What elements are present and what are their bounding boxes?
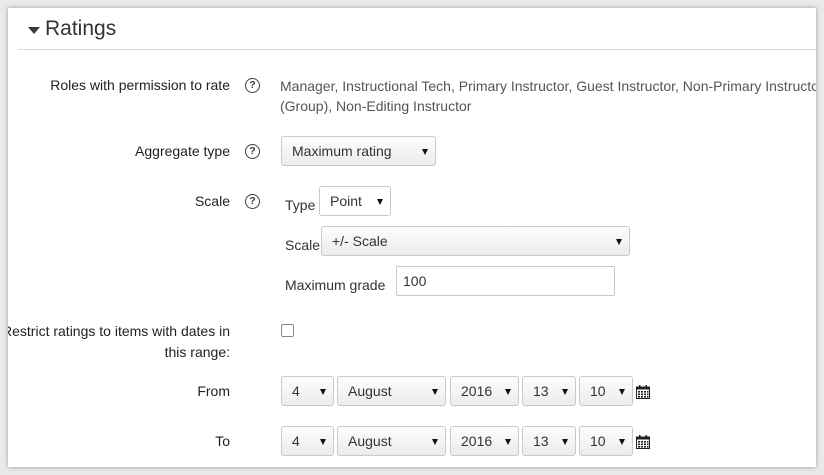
- to-day-select[interactable]: 4: [281, 426, 334, 456]
- chevron-down-icon[interactable]: [28, 27, 40, 34]
- dropdown-arrow-icon: [505, 389, 511, 395]
- from-day-select[interactable]: 4: [281, 376, 334, 406]
- section-title: Ratings: [45, 17, 117, 40]
- dropdown-arrow-icon: [422, 149, 428, 155]
- dropdown-arrow-icon: [432, 389, 438, 395]
- roles-value-line1: Manager, Instructional Tech, Primary Ins…: [280, 78, 816, 94]
- ratings-panel: Ratings Roles with permission to rate ? …: [8, 8, 816, 467]
- from-month-select[interactable]: August: [337, 376, 446, 406]
- scale-type-select[interactable]: Point: [319, 186, 391, 216]
- aggregate-type-label: Aggregate type: [135, 143, 230, 159]
- roles-value: Manager, Instructional Tech, Primary Ins…: [280, 76, 816, 116]
- restrict-ratings-checkbox[interactable]: [281, 324, 294, 337]
- to-minute-value: 10: [590, 433, 606, 449]
- from-minute-select[interactable]: 10: [579, 376, 633, 406]
- to-month-select[interactable]: August: [337, 426, 446, 456]
- restrict-ratings-label-line2: this range:: [164, 344, 230, 360]
- dropdown-arrow-icon: [505, 439, 511, 445]
- scale-scale-label: Scale: [285, 237, 321, 253]
- scale-select[interactable]: +/- Scale: [321, 226, 630, 256]
- help-icon[interactable]: ?: [245, 194, 260, 209]
- scale-type-value: Point: [330, 193, 362, 209]
- maximum-grade-input[interactable]: [396, 266, 615, 296]
- to-hour-value: 13: [533, 433, 549, 449]
- dropdown-arrow-icon: [562, 439, 568, 445]
- to-year-select[interactable]: 2016: [450, 426, 519, 456]
- from-year-select[interactable]: 2016: [450, 376, 519, 406]
- dropdown-arrow-icon: [320, 439, 326, 445]
- dropdown-arrow-icon: [320, 389, 326, 395]
- to-day-value: 4: [292, 433, 300, 449]
- from-label: From: [197, 383, 230, 399]
- from-month-value: August: [348, 383, 392, 399]
- help-icon[interactable]: ?: [245, 78, 260, 93]
- restrict-ratings-label-line1: Restrict ratings to items with dates in: [8, 323, 230, 339]
- dropdown-arrow-icon: [616, 239, 622, 245]
- calendar-icon[interactable]: [636, 435, 650, 449]
- dropdown-arrow-icon: [377, 199, 383, 205]
- to-label: To: [215, 433, 230, 449]
- maximum-grade-label: Maximum grade: [285, 277, 386, 293]
- help-icon[interactable]: ?: [245, 144, 260, 159]
- dropdown-arrow-icon: [432, 439, 438, 445]
- scale-type-label: Type: [285, 197, 316, 213]
- from-hour-value: 13: [533, 383, 549, 399]
- restrict-ratings-label: Restrict ratings to items with dates in …: [8, 321, 230, 363]
- to-year-value: 2016: [461, 433, 493, 449]
- roles-value-line2: (Group), Non-Editing Instructor: [280, 98, 472, 114]
- from-minute-value: 10: [590, 383, 606, 399]
- from-hour-select[interactable]: 13: [522, 376, 576, 406]
- scale-select-value: +/- Scale: [332, 233, 388, 249]
- from-year-value: 2016: [461, 383, 493, 399]
- aggregate-type-select[interactable]: Maximum rating: [281, 136, 436, 166]
- aggregate-type-value: Maximum rating: [292, 143, 392, 159]
- dropdown-arrow-icon: [619, 439, 625, 445]
- dropdown-arrow-icon: [619, 389, 625, 395]
- from-day-value: 4: [292, 383, 300, 399]
- roles-label: Roles with permission to rate: [50, 77, 230, 93]
- calendar-icon[interactable]: [636, 385, 650, 399]
- to-hour-select[interactable]: 13: [522, 426, 576, 456]
- dropdown-arrow-icon: [562, 389, 568, 395]
- scale-label: Scale: [194, 193, 230, 209]
- to-minute-select[interactable]: 10: [579, 426, 633, 456]
- to-month-value: August: [348, 433, 392, 449]
- section-header[interactable]: Ratings: [18, 8, 816, 50]
